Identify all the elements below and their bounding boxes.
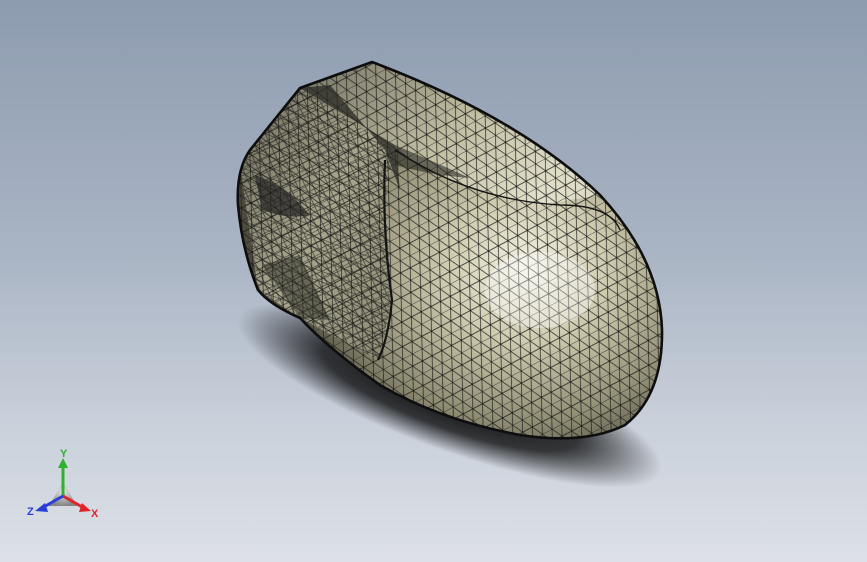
model-scene[interactable]: [0, 0, 867, 562]
z-axis-label: Z: [27, 506, 34, 518]
graphics-viewport[interactable]: Y X Z: [0, 0, 867, 562]
x-axis-label: X: [91, 508, 99, 520]
reference-triad: Y X Z: [27, 448, 99, 520]
y-axis-label: Y: [60, 448, 68, 460]
mouse-shell-model[interactable]: [220, 50, 680, 450]
